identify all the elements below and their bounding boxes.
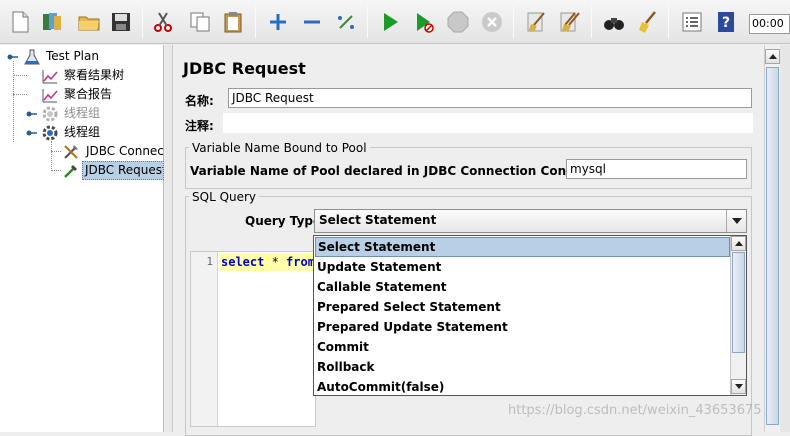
- pool-group-title: Variable Name Bound to Pool: [189, 141, 370, 155]
- flask-icon: [23, 48, 41, 66]
- list-icon[interactable]: [679, 9, 705, 35]
- stop-icon: [445, 9, 471, 35]
- option-commit[interactable]: Commit: [315, 337, 730, 357]
- chevron-down-icon[interactable]: [726, 210, 746, 232]
- watermark-text: https://blog.csdn.net/weixin_43653675: [508, 403, 762, 418]
- tree-collapsed-toggle-icon[interactable]: [26, 108, 38, 120]
- tree-expanded-toggle-icon[interactable]: [7, 51, 19, 63]
- test-plan-tree: Test Plan 察看结果树 聚合报告 线程组 线程组 JDBC Connec…: [0, 45, 164, 432]
- scroll-up-arrow-icon[interactable]: [731, 236, 746, 251]
- code-line-current: select * from: [219, 253, 315, 271]
- line-number: 1: [206, 255, 213, 268]
- plus-icon[interactable]: [265, 9, 291, 35]
- sql-keyword: select: [221, 255, 265, 269]
- open-folder-icon[interactable]: [76, 9, 102, 35]
- scroll-up-arrow-icon[interactable]: [765, 49, 780, 64]
- gear-icon: [41, 124, 59, 142]
- option-select-statement[interactable]: Select Statement: [315, 237, 730, 257]
- shutdown-icon: [479, 9, 505, 35]
- option-prepared-update-statement[interactable]: Prepared Update Statement: [315, 317, 730, 337]
- split-pane-divider[interactable]: [165, 45, 173, 432]
- dropdown-scrollbar[interactable]: [730, 236, 746, 395]
- comments-field[interactable]: [223, 113, 753, 133]
- minus-icon[interactable]: [299, 9, 325, 35]
- option-update-statement[interactable]: Update Statement: [315, 257, 730, 277]
- save-disk-icon[interactable]: [108, 9, 134, 35]
- scrollbar-thumb[interactable]: [766, 67, 779, 425]
- elapsed-time-display: 00:00: [749, 14, 790, 34]
- query-type-select[interactable]: Select Statement: [314, 209, 747, 233]
- pipette-sampler-icon: [62, 162, 80, 180]
- broom-icon[interactable]: [634, 9, 660, 35]
- query-type-dropdown-list: Select Statement Update Statement Callab…: [313, 235, 747, 396]
- panel-vertical-scrollbar[interactable]: [764, 45, 780, 432]
- scissors-icon[interactable]: [150, 9, 176, 35]
- svg-text:?: ?: [722, 15, 730, 31]
- clear-all-broom-icon[interactable]: [557, 9, 583, 35]
- name-field[interactable]: JDBC Request: [228, 88, 752, 108]
- play-icon[interactable]: [377, 9, 403, 35]
- tree-expanded-toggle-icon[interactable]: [26, 127, 38, 139]
- paste-clipboard-icon[interactable]: [220, 9, 246, 35]
- option-callable-statement[interactable]: Callable Statement: [315, 277, 730, 297]
- comments-label: 注释:: [185, 119, 214, 133]
- page-title: JDBC Request: [183, 59, 306, 78]
- toolbar: ? 00:00: [0, 0, 790, 44]
- sql-query-group-title: SQL Query: [189, 190, 260, 204]
- option-autocommit-false[interactable]: AutoCommit(false): [315, 377, 730, 397]
- dropdown-scrollbar-thumb[interactable]: [732, 252, 745, 353]
- tools-wrench-icon: [62, 143, 80, 161]
- sql-operator: *: [264, 255, 287, 269]
- binoculars-icon[interactable]: [601, 9, 627, 35]
- name-label: 名称:: [185, 94, 214, 108]
- play-no-timer-icon[interactable]: [411, 9, 437, 35]
- clear-broom-icon[interactable]: [523, 9, 549, 35]
- option-rollback[interactable]: Rollback: [315, 357, 730, 377]
- gear-icon: [41, 105, 59, 123]
- help-book-icon[interactable]: ?: [713, 9, 739, 35]
- new-file-icon[interactable]: [7, 9, 33, 35]
- query-type-selected-value: Select Statement: [319, 213, 437, 227]
- pool-name-field[interactable]: mysql: [566, 159, 747, 179]
- sql-query-editor[interactable]: 1 select * from: [190, 251, 316, 427]
- copy-icon[interactable]: [187, 9, 213, 35]
- option-prepared-select-statement[interactable]: Prepared Select Statement: [315, 297, 730, 317]
- templates-icon[interactable]: [39, 9, 65, 35]
- scroll-down-arrow-icon[interactable]: [731, 379, 746, 394]
- line-number-gutter: 1: [191, 252, 218, 426]
- sql-keyword: from: [286, 255, 315, 269]
- toggle-wand-icon[interactable]: [333, 9, 359, 35]
- chart-listener-icon: [41, 86, 59, 104]
- chart-listener-icon: [41, 67, 59, 85]
